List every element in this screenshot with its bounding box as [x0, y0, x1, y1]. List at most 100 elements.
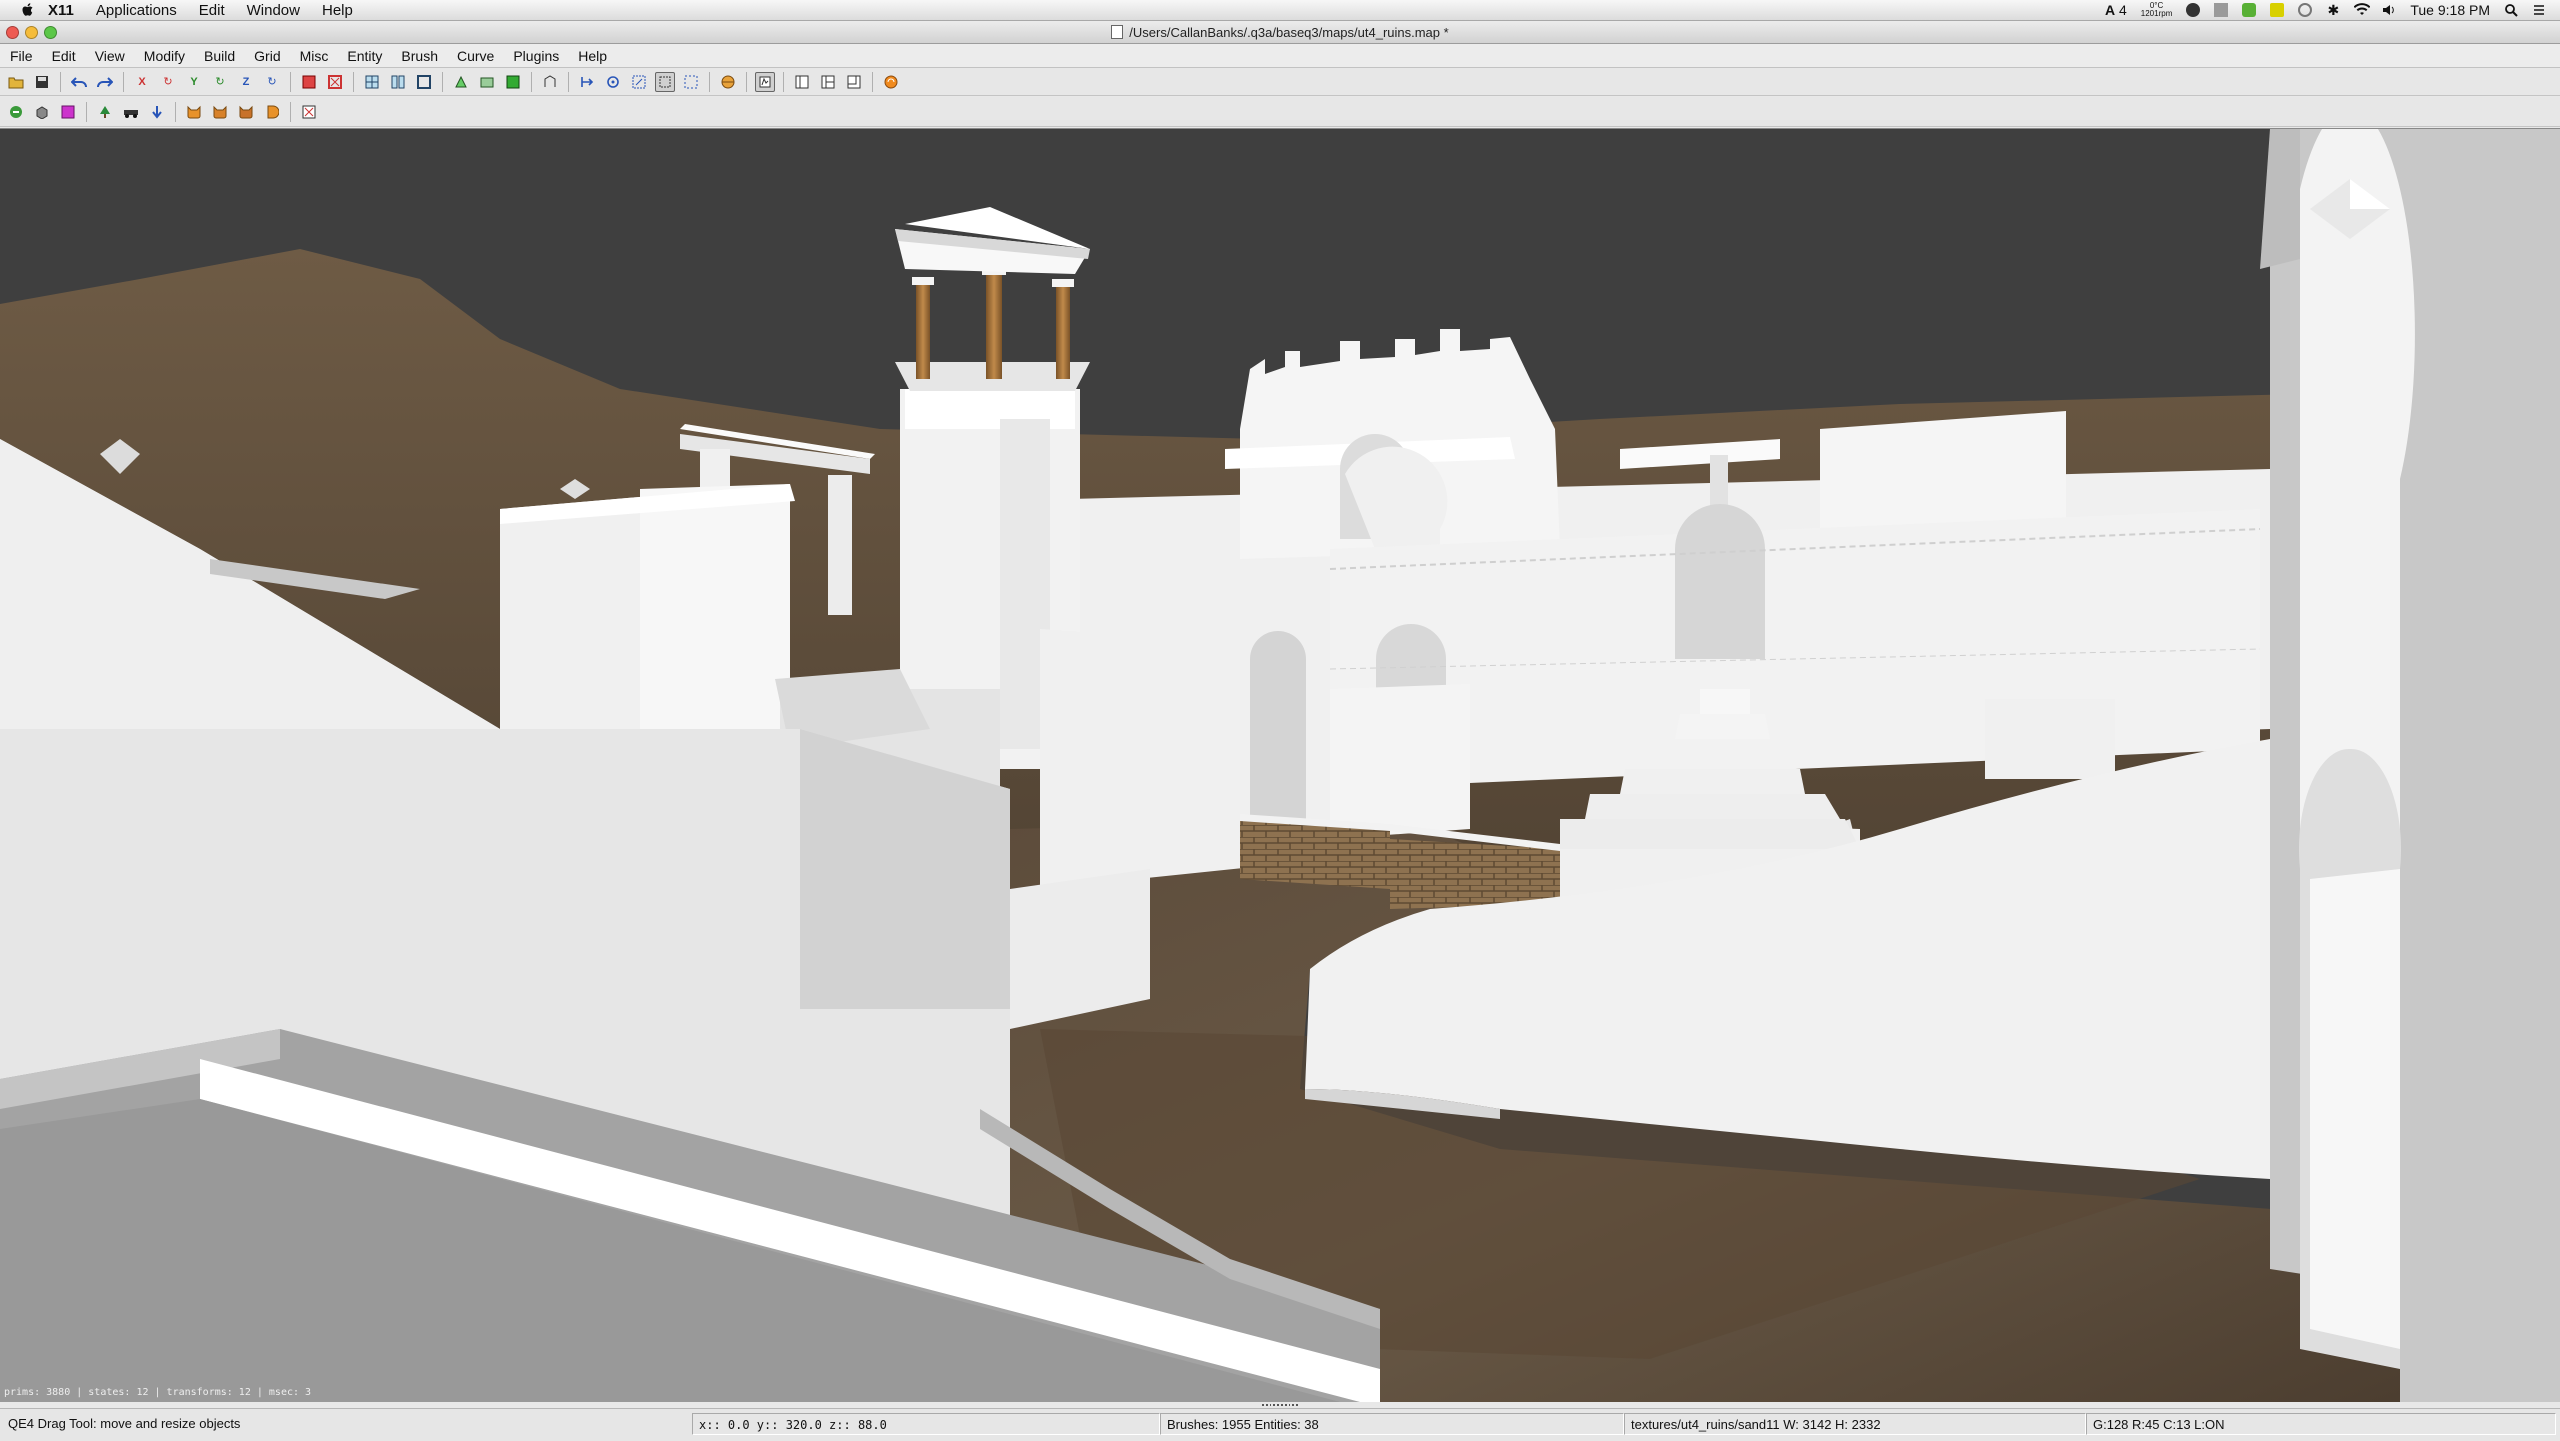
adobe-icon: A: [2104, 2, 2116, 18]
macos-menu-applications[interactable]: Applications: [96, 2, 177, 19]
menu-build[interactable]: Build: [204, 48, 235, 64]
flip-y-icon[interactable]: Y: [184, 72, 204, 92]
menu-file[interactable]: File: [10, 48, 33, 64]
menu-misc[interactable]: Misc: [300, 48, 329, 64]
sheet-icon[interactable]: [2214, 3, 2229, 17]
window-title: /Users/CallanBanks/.q3a/baseq3/maps/ut4_…: [0, 25, 2560, 40]
rotate-x-icon[interactable]: ↻: [158, 72, 178, 92]
camera-viewport[interactable]: prims: 3880 | states: 12 | transforms: 1…: [0, 128, 2560, 1402]
cat-4-icon[interactable]: [262, 102, 282, 122]
layout-2-icon[interactable]: [818, 72, 838, 92]
apple-menu-icon[interactable]: [20, 2, 36, 18]
rendered-scene: [0, 129, 2560, 1402]
menu-brush[interactable]: Brush: [401, 48, 438, 64]
menu-plugins[interactable]: Plugins: [513, 48, 559, 64]
temperature-readout[interactable]: 0°C 1201rpm: [2141, 2, 2173, 18]
window-title-bar[interactable]: /Users/CallanBanks/.q3a/baseq3/maps/ut4_…: [0, 21, 2560, 44]
select-touching-icon[interactable]: [325, 72, 345, 92]
refresh-icon[interactable]: [881, 72, 901, 92]
status-tool-hint: QE4 Drag Tool: move and resize objects: [8, 1416, 241, 1431]
region-icon[interactable]: [6, 102, 26, 122]
bluetooth-icon[interactable]: ✱: [2326, 3, 2340, 17]
rotate-z-icon[interactable]: ↻: [262, 72, 282, 92]
menu-extras: A 4 0°C 1201rpm ✱ Tue 9:18 PM: [2105, 0, 2546, 20]
sphere-icon[interactable]: [718, 72, 738, 92]
adobe-status[interactable]: A 4: [2105, 2, 2127, 18]
toolbar-separator: [86, 101, 87, 122]
menu-help[interactable]: Help: [578, 48, 607, 64]
battery-monitor-icon[interactable]: [2270, 3, 2285, 17]
macos-menu-help[interactable]: Help: [322, 2, 353, 19]
flip-x-icon[interactable]: X: [132, 72, 152, 92]
toolbar-separator: [531, 71, 532, 92]
select-complete-tall-icon[interactable]: [299, 72, 319, 92]
clipper-icon[interactable]: [451, 72, 471, 92]
menubar-clock[interactable]: Tue 9:18 PM: [2410, 2, 2490, 18]
toolbar-separator: [783, 71, 784, 92]
macos-menu-edit[interactable]: Edit: [199, 2, 225, 19]
toolbar-separator: [123, 71, 124, 92]
notification-center-icon[interactable]: [2532, 3, 2546, 17]
evernote-icon[interactable]: [2242, 3, 2257, 17]
toolbar-separator: [872, 71, 873, 92]
spotlight-search-icon[interactable]: [2504, 3, 2518, 17]
tree-icon[interactable]: [95, 102, 115, 122]
cube-clip-icon[interactable]: [540, 72, 560, 92]
app-menu-x11[interactable]: X11: [48, 2, 74, 19]
change-view-icon[interactable]: [477, 72, 497, 92]
volume-icon[interactable]: [2382, 3, 2396, 17]
redo-icon[interactable]: [95, 72, 115, 92]
document-proxy-icon[interactable]: [1111, 25, 1124, 39]
drag-tool-icon[interactable]: [755, 71, 775, 92]
toolbar-separator: [746, 71, 747, 92]
cat-3-icon[interactable]: [236, 102, 256, 122]
rotate-y-icon[interactable]: ↻: [210, 72, 230, 92]
texture-view-icon[interactable]: [503, 72, 523, 92]
wifi-icon[interactable]: [2353, 3, 2371, 17]
layout-1-icon[interactable]: [792, 72, 812, 92]
texture-browser-icon[interactable]: [58, 102, 78, 122]
camera-move-icon[interactable]: [577, 72, 597, 92]
menu-grid[interactable]: Grid: [254, 48, 280, 64]
status-brush-entity-count: Brushes: 1955 Entities: 38: [1160, 1413, 1624, 1435]
brush-icon[interactable]: [32, 102, 52, 122]
toolbar-separator: [175, 101, 176, 122]
csg-merge-icon[interactable]: [388, 72, 408, 92]
toolbar-separator: [442, 71, 443, 92]
save-file-icon[interactable]: [32, 72, 52, 92]
cat-2-icon[interactable]: [210, 102, 230, 122]
menu-entity[interactable]: Entity: [347, 48, 382, 64]
main-toolbar: X ↻ Y ↻ Z ↻: [0, 68, 2560, 96]
resize-drag-icon[interactable]: [655, 71, 675, 92]
render-stats: prims: 3880 | states: 12 | transforms: 1…: [4, 1387, 312, 1398]
undo-icon[interactable]: [69, 72, 89, 92]
arrow-down-icon[interactable]: [147, 102, 167, 122]
toolbar-separator: [290, 101, 291, 122]
status-bar: QE4 Drag Tool: move and resize objects x…: [0, 1408, 2560, 1441]
flip-z-icon[interactable]: Z: [236, 72, 256, 92]
adobe-count: 4: [2118, 2, 2127, 18]
vehicle-icon[interactable]: [121, 102, 141, 122]
open-file-icon[interactable]: [6, 72, 26, 92]
entity-view-icon[interactable]: [603, 72, 623, 92]
menu-modify[interactable]: Modify: [144, 48, 185, 64]
time-machine-icon[interactable]: [2298, 3, 2313, 17]
macos-menu-window[interactable]: Window: [247, 2, 300, 19]
select-drag-icon[interactable]: [629, 72, 649, 92]
window-title-text: /Users/CallanBanks/.q3a/baseq3/maps/ut4_…: [1129, 25, 1449, 40]
cat-1-icon[interactable]: [184, 102, 204, 122]
menu-view[interactable]: View: [95, 48, 125, 64]
sync-icon[interactable]: [2186, 3, 2201, 17]
patch-texture-icon[interactable]: [681, 72, 701, 92]
close-box-icon[interactable]: [299, 102, 319, 122]
toolbar-separator: [60, 71, 61, 92]
make-hollow-icon[interactable]: [414, 72, 434, 92]
csg-subtract-icon[interactable]: [362, 72, 382, 92]
menu-curve[interactable]: Curve: [457, 48, 494, 64]
layout-3-icon[interactable]: [844, 72, 864, 92]
toolbar-separator: [290, 71, 291, 92]
menu-edit[interactable]: Edit: [52, 48, 76, 64]
toolbar-separator: [568, 71, 569, 92]
toolbar-separator: [709, 71, 710, 92]
macos-menu-bar: X11 Applications Edit Window Help A 4 0°…: [0, 0, 2560, 21]
